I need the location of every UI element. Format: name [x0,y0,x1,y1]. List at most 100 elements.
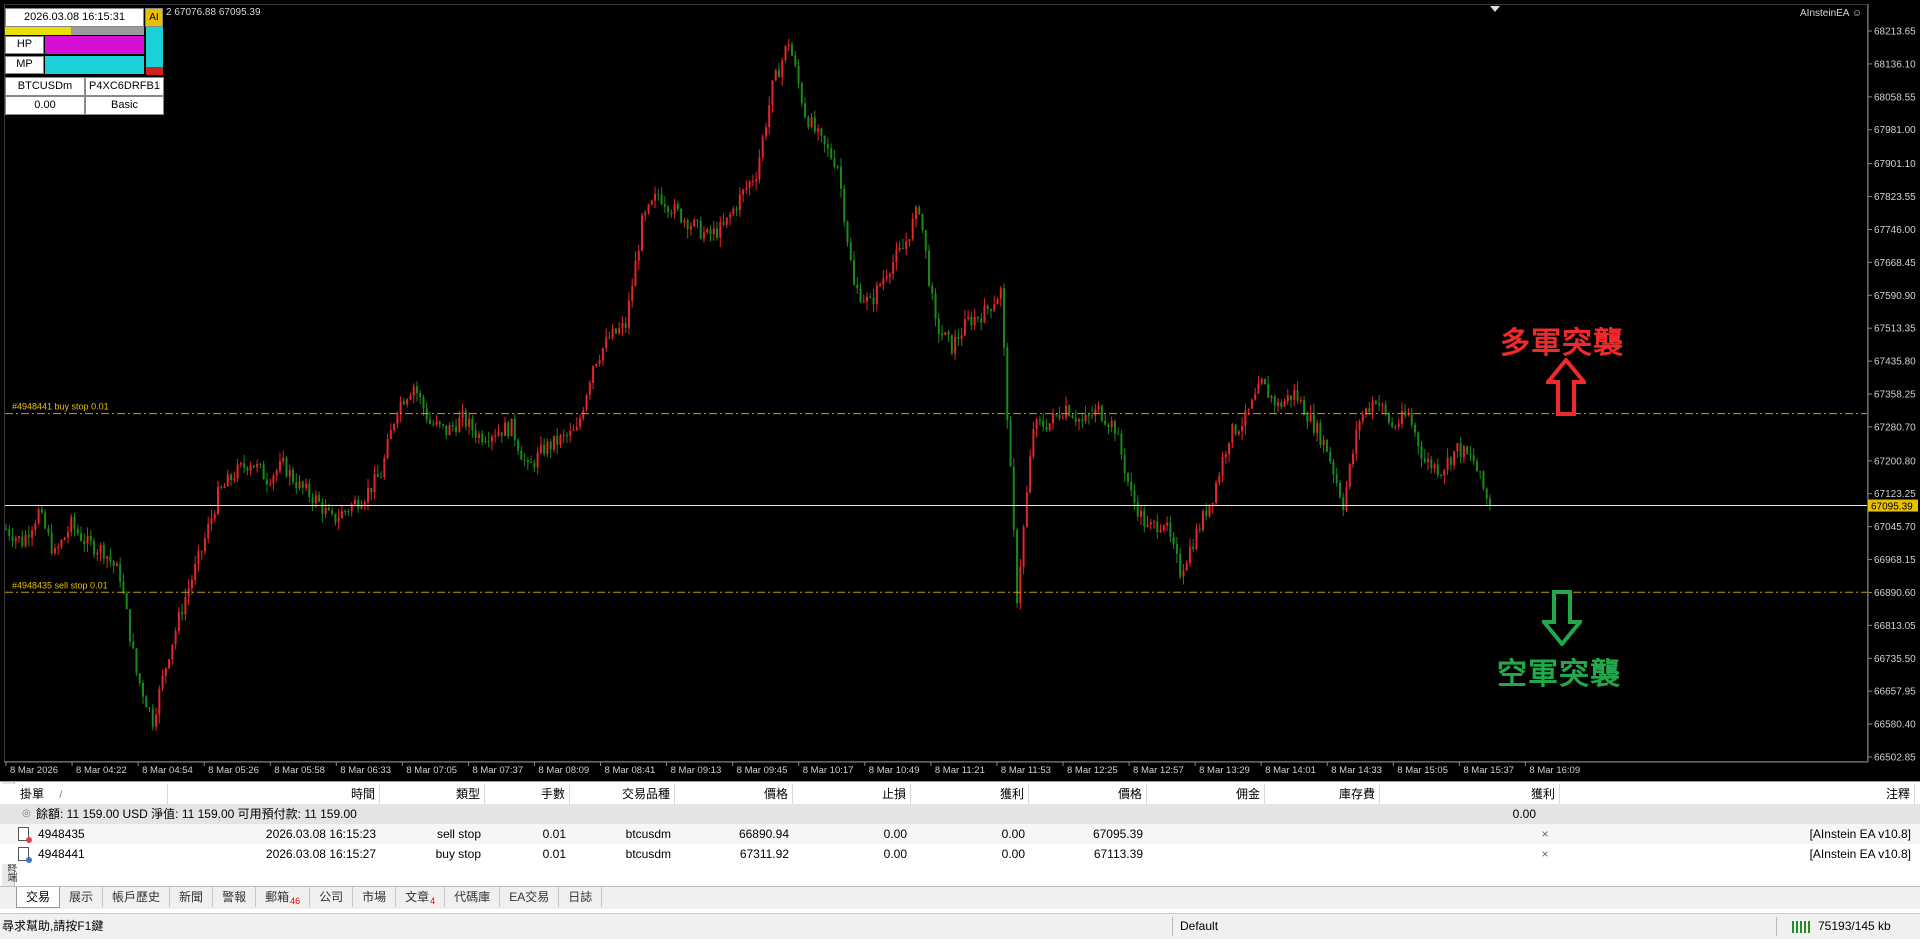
status-profile[interactable]: Default [1180,914,1218,939]
candle-body [680,208,683,223]
candle-body [327,507,330,511]
tab-8[interactable]: 文章4 [396,887,446,907]
price-tick-label: 67280.70 [1874,422,1916,433]
order-row[interactable]: 4948435 2026.03.08 16:15:23 sell stop 0.01 b… [0,824,1920,844]
candle-body [1035,419,1038,430]
hud-ai-tag[interactable]: AI [145,8,163,27]
col-header-sl[interactable]: 止損 [793,784,911,804]
candle-body [471,418,474,431]
price-tick-label: 67746.00 [1874,225,1916,236]
candle-body [1149,522,1152,525]
candle-body [86,535,89,544]
candle-body [905,241,908,249]
candle-body [510,418,513,437]
candle-body [481,434,484,442]
candle-body [31,530,34,538]
candle-body [631,286,634,301]
candle-body [1107,424,1110,428]
candle-body [1462,446,1465,458]
hud-account-code: P4XC6DRFB1 [85,77,164,96]
tab-2[interactable]: 帳戶歷史 [103,887,171,907]
candle-body [1006,347,1009,421]
candle-body [807,117,810,128]
candle-body [663,204,666,207]
candle-body [696,219,699,221]
candle-body [1400,411,1403,424]
tab-5[interactable]: 郵箱46 [256,887,311,907]
time-tick-label: 8 Mar 09:45 [737,765,788,776]
chart-canvas[interactable]: #4948441 buy stop 0.01 #4948435 sell stop… [0,0,1920,781]
candle-body [637,250,640,261]
time-tick-label: 8 Mar 06:33 [340,765,391,776]
candle-body [627,300,630,328]
tab-3[interactable]: 新聞 [170,887,214,907]
candle-body [412,386,415,396]
col-header-lots[interactable]: 手數 [485,784,570,804]
candle-body [1198,528,1201,530]
candle-body [275,470,278,476]
candle-body [588,382,591,396]
candle-body [1234,424,1237,435]
candle-body [1410,412,1413,425]
candle-body [207,523,210,539]
candle-body [119,563,122,582]
candle-body [168,659,171,669]
candle-body [1260,379,1263,384]
hud-mode: Basic [85,96,164,115]
col-header-cur-price[interactable]: 價格 [1029,784,1147,804]
candle-body [618,328,621,334]
price-chart[interactable]: #4948441 buy stop 0.01 #4948435 sell stop… [0,0,1920,781]
col-header-order[interactable]: 掛單 / [16,784,168,804]
tab-11[interactable]: 日誌 [559,887,603,907]
tab-10[interactable]: EA交易 [500,887,560,907]
candle-body [1175,543,1178,554]
candle-body [357,500,360,509]
candle-body [285,457,288,477]
candle-body [393,423,396,431]
candle-body [161,675,164,689]
candle-body [337,518,340,523]
tab-0[interactable]: 交易 [16,887,61,908]
col-header-symbol[interactable]: 交易品種 [570,784,675,804]
status-divider-2 [1776,917,1777,936]
col-header-tp[interactable]: 獲利 [911,784,1029,804]
price-tick-label: 67590.90 [1874,291,1916,302]
candle-body [1322,439,1325,445]
candle-body [748,181,751,188]
col-header-time[interactable]: 時間 [168,784,380,804]
candle-body [40,509,43,513]
candle-body [582,410,585,419]
chart-shift-marker[interactable] [1490,6,1500,12]
candle-body [944,332,947,336]
tab-label: EA交易 [509,890,550,904]
price-axis: 68213.65 68136.10 68058.55 67981.00 67901.10… [1868,27,1916,764]
candle-body [1136,502,1139,517]
candle-body [1022,526,1025,568]
candle-body [823,135,826,145]
tab-9[interactable]: 代碼庫 [445,887,501,907]
orders-table-header: 掛單 / 時間 類型 手數 交易品種 價格 止損 獲利 價格 佣金 庫存費 獲利… [0,784,1920,805]
connection-bars-icon[interactable] [1792,921,1812,933]
order-row[interactable]: 4948441 2026.03.08 16:15:27 buy stop 0.01 bt… [0,844,1920,864]
quote-line: 2 67076.88 67095.39 [166,7,261,18]
col-header-swap[interactable]: 庫存費 [1265,784,1380,804]
tab-7[interactable]: 市場 [353,887,397,907]
candle-body [993,304,996,311]
cancel-order-icon[interactable]: × [1535,824,1555,844]
candle-body [647,204,650,213]
order-time: 2026.03.08 16:15:23 [265,827,376,841]
col-header-profit[interactable]: 獲利 [1380,784,1560,804]
candle-body [1355,430,1358,454]
balance-row[interactable]: ◎ 餘額: 11 159.00 USD 淨值: 11 159.00 可用預付款:… [0,804,1920,824]
candle-body [1286,395,1289,402]
cancel-order-icon[interactable]: × [1535,844,1555,864]
col-header-price[interactable]: 價格 [675,784,793,804]
candle-body [252,465,255,468]
candle-body [112,561,115,567]
tab-4[interactable]: 警報 [213,887,257,907]
tab-6[interactable]: 公司 [310,887,354,907]
col-header-commission[interactable]: 佣金 [1147,784,1265,804]
col-header-comment[interactable]: 注釋 [1560,784,1915,804]
col-header-type[interactable]: 類型 [380,784,485,804]
tab-1[interactable]: 展示 [60,887,104,907]
